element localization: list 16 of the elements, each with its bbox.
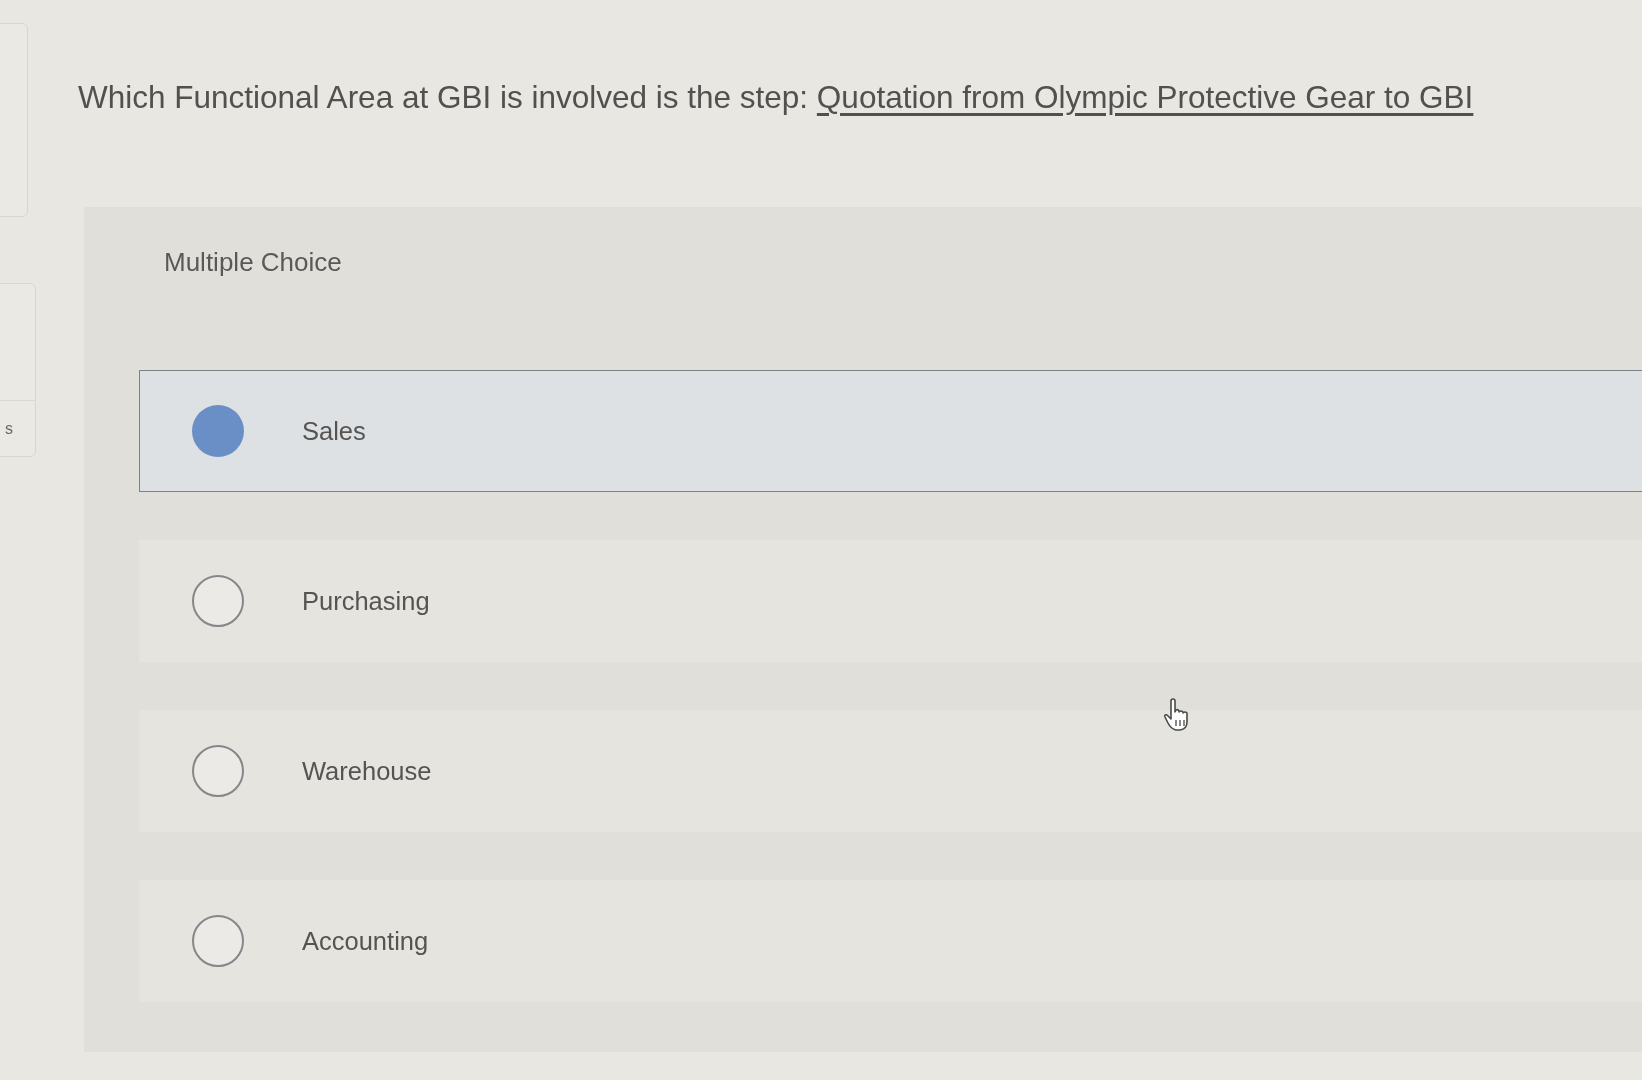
answer-option[interactable]: Warehouse	[139, 710, 1642, 832]
option-label: Warehouse	[302, 756, 432, 786]
answer-option[interactable]: Accounting	[139, 880, 1642, 1002]
radio-button[interactable]	[192, 575, 244, 627]
answer-option[interactable]: Purchasing	[139, 540, 1642, 662]
radio-button[interactable]	[192, 405, 244, 457]
answer-option[interactable]: Sales	[139, 370, 1642, 492]
question-text: Which Functional Area at GBI is involved is the step: Quotation from Olympic Protective Gear to GBI	[78, 78, 1474, 116]
question-type-label: Multiple Choice	[164, 247, 342, 277]
sidebar-label[interactable]: s	[5, 419, 13, 438]
radio-button[interactable]	[192, 915, 244, 967]
option-label: Purchasing	[302, 586, 430, 616]
question-link[interactable]: Quotation from Olympic Protective Gear to GBI	[816, 79, 1474, 115]
option-label: Sales	[302, 416, 366, 446]
option-label: Accounting	[302, 926, 429, 956]
radio-button[interactable]	[192, 745, 244, 797]
